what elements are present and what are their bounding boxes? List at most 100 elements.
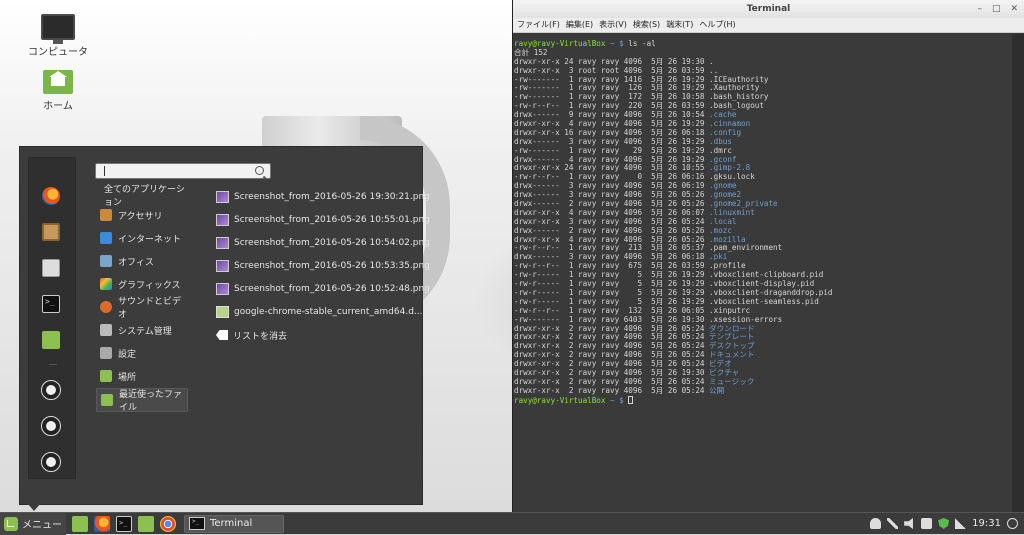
recent-file[interactable]: Screenshot_from_2016-05-26 10:54:02.png <box>216 234 430 252</box>
office-icon <box>100 255 112 267</box>
package-file-icon <box>216 306 229 318</box>
file-name: .vboxclient-clipboard.pid <box>709 270 824 280</box>
application-menu: >_ 全てのアプリケーション アクセサリ インターネット オフィス グラフィック… <box>19 146 430 511</box>
graphics-icon <box>100 278 112 290</box>
desktop-icon-computer[interactable]: コンピュータ <box>26 14 90 58</box>
close-icon[interactable]: ✕ <box>1010 0 1018 18</box>
recent-file[interactable]: Screenshot_from_2016-05-26 10:53:35.png <box>216 257 430 275</box>
signal-icon[interactable] <box>955 518 967 529</box>
file-name: . <box>709 56 714 66</box>
menu-view[interactable]: 表示(V) <box>599 18 627 32</box>
file-name: ミュージック <box>709 376 755 386</box>
file-name: .gksu.lock <box>709 172 755 182</box>
terminal-scrollbar[interactable] <box>1012 34 1024 512</box>
clear-recent-button[interactable]: リストを消去 <box>216 326 287 344</box>
menu-search[interactable]: 検索(S) <box>633 18 660 32</box>
file-name: .cinnamon <box>709 119 751 129</box>
computer-icon <box>41 14 75 44</box>
file-name: .. <box>709 65 719 75</box>
favorite-files[interactable] <box>41 330 61 350</box>
category-preferences[interactable]: 設定 <box>96 342 186 364</box>
favorites-separator <box>49 364 57 365</box>
chrome-icon[interactable] <box>160 515 176 532</box>
file-name: .dbus <box>709 136 732 146</box>
file-name: .gnome2_private <box>709 199 778 209</box>
category-office[interactable]: オフィス <box>96 250 186 272</box>
terminal-window: Terminal – □ ✕ ファイル(F) 編集(E) 表示(V) 検索(S)… <box>512 0 1024 512</box>
category-all-applications[interactable]: 全てのアプリケーション <box>96 184 186 208</box>
category-administration[interactable]: システム管理 <box>96 319 186 341</box>
power-icon[interactable] <box>1007 518 1018 529</box>
internet-icon <box>100 232 112 244</box>
prompt-line: ravy@ravy-VirtualBox ~ $ <box>514 395 1012 405</box>
network-icon[interactable] <box>921 518 933 529</box>
menu-help[interactable]: ヘルプ(H) <box>699 18 735 32</box>
user-icon[interactable] <box>870 518 882 529</box>
desktop-icon-home[interactable]: ホーム <box>26 70 90 112</box>
file-name: .bash_history <box>709 92 769 102</box>
logout-button[interactable] <box>41 416 61 436</box>
file-name: .ICEauthority <box>709 74 769 84</box>
file-name: .Xauthority <box>709 83 760 93</box>
mint-logo-icon <box>4 516 18 531</box>
favorite-firefox[interactable] <box>41 186 61 206</box>
favorite-software-manager[interactable] <box>41 222 61 242</box>
favorite-terminal[interactable]: >_ <box>41 294 61 314</box>
file-name: デスクトップ <box>709 341 755 351</box>
tools-icon[interactable] <box>887 518 899 529</box>
image-file-icon <box>216 191 229 203</box>
recent-folder-icon <box>101 394 113 406</box>
taskbar-window-terminal[interactable]: >_ Terminal <box>184 514 284 533</box>
file-name: .gimp-2.8 <box>709 163 751 173</box>
show-desktop-icon[interactable] <box>72 515 88 532</box>
recent-file[interactable]: google-chrome-stable_current_amd64.d... <box>216 303 423 321</box>
maximize-icon[interactable]: □ <box>992 0 1001 18</box>
menu-terminal[interactable]: 端末(T) <box>666 18 693 32</box>
lock-screen-button[interactable] <box>41 380 61 400</box>
category-graphics[interactable]: グラフィックス <box>96 273 186 295</box>
volume-icon[interactable] <box>904 518 913 529</box>
folder-icon[interactable] <box>138 515 154 532</box>
category-places[interactable]: 場所 <box>96 365 186 387</box>
system-tray: 19:31 <box>870 518 1024 529</box>
sound-video-icon <box>100 301 112 313</box>
menu-edit[interactable]: 編集(E) <box>566 18 593 32</box>
terminal-icon: >_ <box>42 295 60 313</box>
shield-icon[interactable] <box>938 518 950 529</box>
recent-file[interactable]: Screenshot_from_2016-05-26 19:30:21.png <box>216 188 430 206</box>
terminal-output[interactable]: ravy@ravy-VirtualBox ~ $ ls -al 合計 152 drw… <box>513 40 1012 512</box>
preferences-icon <box>100 347 112 359</box>
shutdown-button[interactable] <box>41 452 61 472</box>
image-file-icon <box>216 237 229 249</box>
menu-file[interactable]: ファイル(F) <box>517 18 560 32</box>
favorite-system-settings[interactable] <box>41 258 61 278</box>
menu-button[interactable]: メニュー <box>0 512 66 535</box>
minimize-icon[interactable]: – <box>977 0 982 18</box>
search-icon <box>255 166 264 175</box>
favorites-panel: >_ <box>28 157 76 479</box>
accessories-icon <box>100 209 112 221</box>
home-folder-icon <box>43 70 73 94</box>
category-internet[interactable]: インターネット <box>96 227 186 249</box>
image-file-icon <box>216 260 229 272</box>
file-name: ピクチャ <box>709 367 740 377</box>
file-name: .mozilla <box>709 234 746 244</box>
category-sound-video[interactable]: サウンドとビデオ <box>96 296 186 320</box>
clock[interactable]: 19:31 <box>972 518 1001 529</box>
recent-file[interactable]: Screenshot_from_2016-05-26 10:52:48.png <box>216 280 430 298</box>
file-name: .gnome <box>709 181 737 191</box>
file-name: .vboxclient-seamless.pid <box>709 296 819 306</box>
file-name: .dmrc <box>709 145 732 155</box>
firefox-icon[interactable] <box>94 515 110 532</box>
terminal-titlebar[interactable]: Terminal – □ ✕ <box>513 0 1024 18</box>
file-name: .profile <box>709 261 746 271</box>
image-file-icon <box>216 214 229 226</box>
terminal-icon[interactable]: >_ <box>116 515 132 532</box>
logout-icon <box>41 416 61 436</box>
search-input[interactable] <box>95 163 271 179</box>
recent-file[interactable]: Screenshot_from_2016-05-26 10:55:01.png <box>216 211 430 229</box>
desktop-icon-label: ホーム <box>43 101 73 112</box>
category-recent-files[interactable]: 最近使ったファイル <box>96 388 188 413</box>
category-accessories[interactable]: アクセサリ <box>96 204 186 226</box>
file-name: ドキュメント <box>709 350 755 360</box>
